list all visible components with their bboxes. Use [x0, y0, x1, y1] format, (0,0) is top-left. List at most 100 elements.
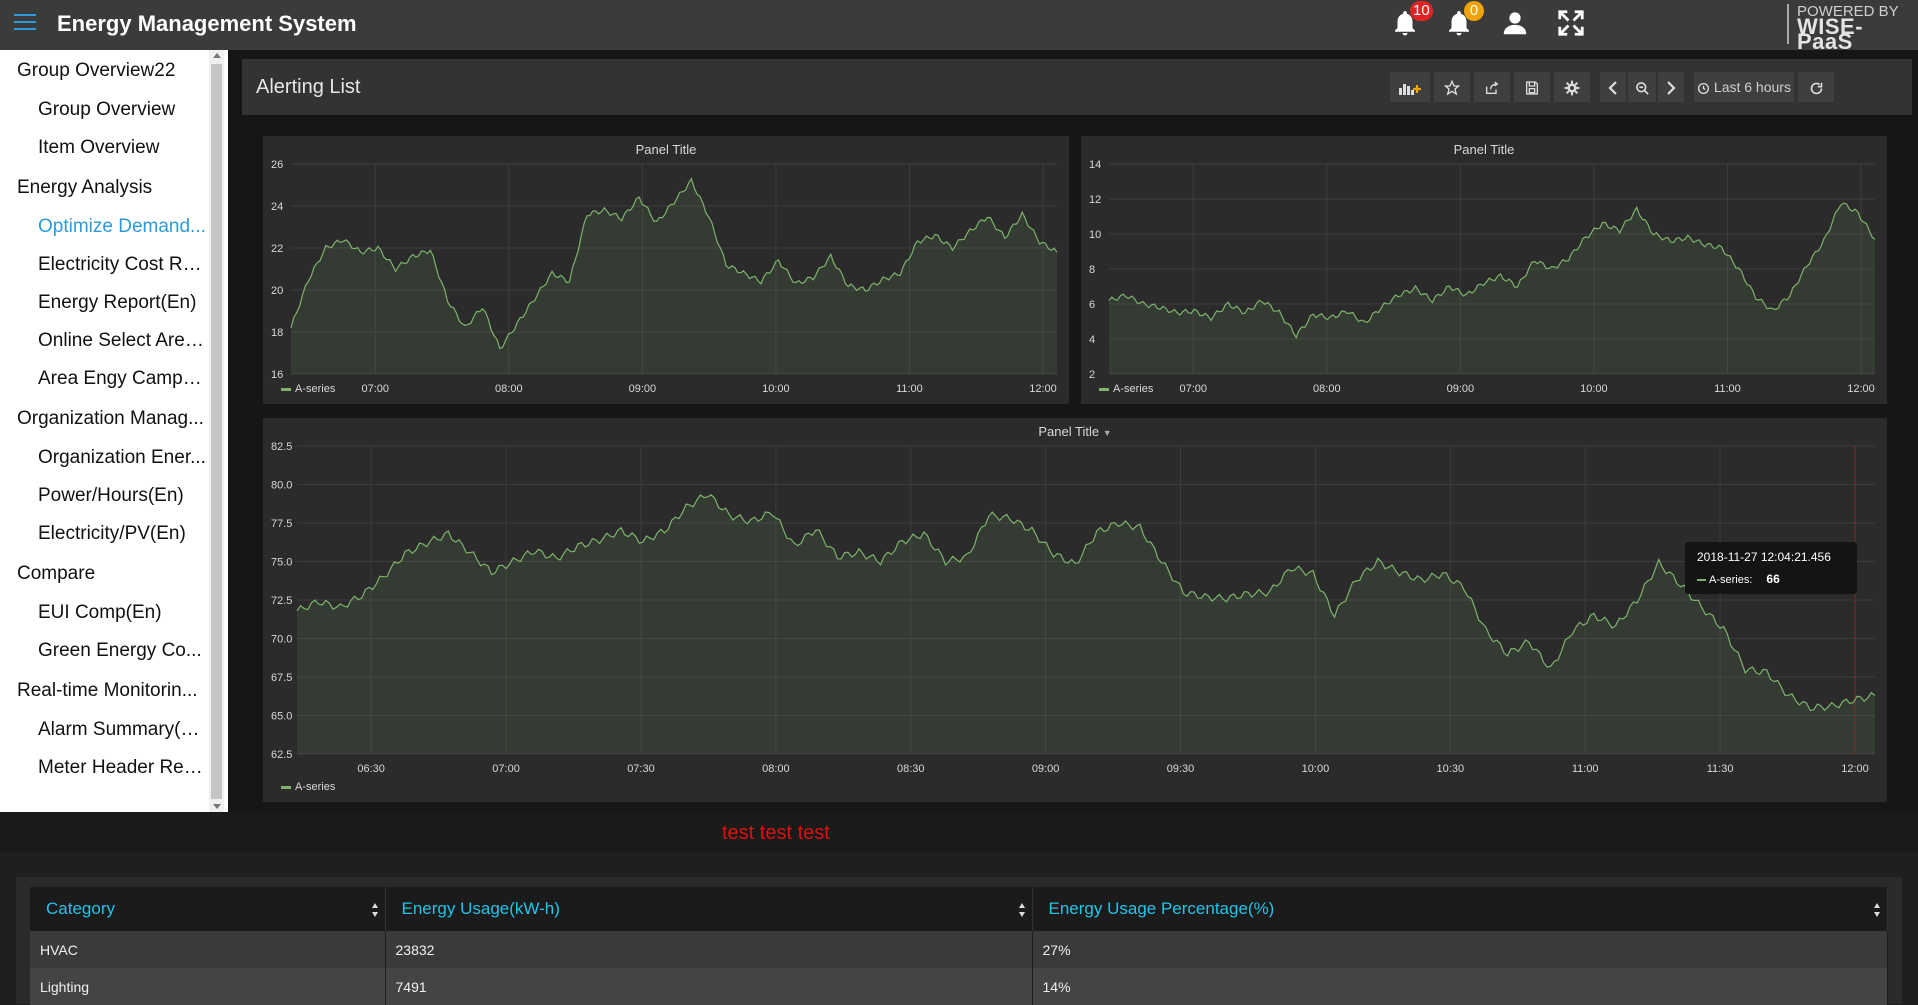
sidebar-scrollbar[interactable]	[209, 50, 224, 812]
user-button[interactable]	[1500, 8, 1534, 42]
sidebar-group-energy-analysis[interactable]: Energy Analysis	[0, 167, 208, 208]
x-tick-label: 10:00	[762, 383, 790, 395]
y-tick-label: 4	[1089, 334, 1095, 346]
x-tick-label: 12:00	[1029, 383, 1057, 395]
sidebar-group-realtime-monitoring[interactable]: Real-time Monitorin...	[0, 670, 208, 711]
fullscreen-icon	[1558, 10, 1584, 36]
sidebar-item-area-engy-camp[interactable]: Area Engy Camp(E...	[0, 360, 208, 398]
scroll-up-icon[interactable]	[213, 53, 221, 58]
zoom-out-button[interactable]	[1628, 72, 1656, 102]
y-tick-label: 16	[271, 369, 283, 381]
star-button[interactable]	[1434, 72, 1470, 102]
y-tick-label: 20	[271, 285, 283, 297]
sidebar-item-item-overview[interactable]: Item Overview	[0, 129, 208, 167]
table-header-row: Category Energy Usage(kW-h) Energy Usage…	[30, 887, 1888, 931]
powered-by-logo: POWERED BY WISE-PaaS	[1787, 4, 1918, 53]
zoom-out-icon	[1635, 81, 1649, 95]
star-icon	[1443, 79, 1461, 96]
line-chart-bottom[interactable]: 82.5 80.0 77.5 75.0 72.5 70.0 67.5 65.0 62.5 06:3…	[263, 418, 1887, 802]
caret-down-icon: ▼	[1102, 428, 1112, 438]
dashboard-header: Alerting List Last 6 hours	[242, 59, 1912, 115]
sidebar-item-alarm-summary[interactable]: Alarm Summary(En)	[0, 711, 208, 749]
x-tick-label: 10:00	[1302, 763, 1330, 775]
x-tick-label: 08:00	[1313, 383, 1341, 395]
dashboard-main: Alerting List Last 6 hours 26 24 22 20 1…	[228, 50, 1918, 812]
series-area	[1109, 203, 1875, 374]
tooltip-series: A-series:	[1709, 574, 1753, 586]
panel-title[interactable]: Panel Title	[1081, 142, 1887, 157]
table-row[interactable]: HVAC 23832 27%	[30, 931, 1888, 968]
separator-bar: test test test	[0, 812, 1918, 852]
time-range-label: Last 6 hours	[1713, 79, 1791, 95]
tooltip-swatch	[1697, 579, 1706, 582]
share-button[interactable]	[1474, 72, 1510, 102]
column-header-energy-percentage[interactable]: Energy Usage Percentage(%)	[1032, 887, 1888, 931]
scroll-down-icon[interactable]	[213, 804, 221, 809]
notification-bell-button[interactable]: 0	[1444, 1, 1484, 42]
sidebar-item-organization-energy[interactable]: Organization Ener...	[0, 439, 208, 477]
y-tick-label: 82.5	[271, 441, 292, 453]
sidebar-item-electricity-pv[interactable]: Electricity/PV(En)	[0, 515, 208, 553]
sidebar-item-optimize-demand[interactable]: Optimize Demand...	[0, 208, 208, 246]
bottom-area: test test test Category Energy Usage(kW-…	[0, 812, 1918, 1005]
y-tick-label: 18	[271, 327, 283, 339]
sort-icon[interactable]	[1873, 902, 1881, 918]
menu-icon[interactable]	[14, 14, 36, 34]
series-area	[297, 494, 1875, 754]
alarm-bell-button[interactable]: 10	[1390, 1, 1433, 42]
x-tick-label: 09:00	[629, 383, 657, 395]
add-panel-icon	[1399, 84, 1421, 96]
legend-label: A-series	[1113, 383, 1154, 395]
x-tick-label: 11:00	[1572, 763, 1599, 775]
sidebar-item-eui-comp[interactable]: EUI Comp(En)	[0, 594, 208, 632]
sidebar-item-energy-report[interactable]: Energy Report(En)	[0, 284, 208, 322]
panel-title-dropdown[interactable]: Panel Title ▼	[263, 424, 1887, 439]
x-tick-label: 08:00	[495, 383, 523, 395]
table-row[interactable]: Lighting 7491 14%	[30, 968, 1888, 1005]
sidebar-group-compare[interactable]: Compare	[0, 553, 208, 594]
column-header-label: Energy Usage Percentage(%)	[1048, 899, 1275, 918]
sidebar-item-green-energy[interactable]: Green Energy Co...	[0, 632, 208, 670]
sidebar-item-group-overview[interactable]: Group Overview	[0, 91, 208, 129]
x-tick-label: 10:30	[1437, 763, 1465, 775]
y-tick-label: 12	[1089, 194, 1101, 206]
save-button[interactable]	[1514, 72, 1550, 102]
panel-title[interactable]: Panel Title	[263, 142, 1069, 157]
fullscreen-button[interactable]	[1556, 8, 1590, 42]
y-tick-label: 14	[1089, 159, 1101, 171]
panel-top-right: 14 12 10 8 6 4 2 07:00 08:00 09:00 10:00 11:00 12:00…	[1081, 136, 1887, 404]
sidebar-group-organization[interactable]: Organization Manag...	[0, 398, 208, 439]
y-tick-label: 26	[271, 159, 283, 171]
column-header-energy-usage[interactable]: Energy Usage(kW-h)	[385, 887, 1033, 931]
legend-item[interactable]: A-series	[281, 781, 335, 793]
add-panel-button[interactable]	[1390, 72, 1430, 102]
time-back-button[interactable]	[1600, 72, 1626, 102]
line-chart-top-left[interactable]: 26 24 22 20 18 16 07:00 08:00 09:00 10:00 11:00 12:…	[263, 136, 1069, 404]
sidebar-item-power-hours[interactable]: Power/Hours(En)	[0, 477, 208, 515]
time-forward-button[interactable]	[1658, 72, 1684, 102]
sort-icon[interactable]	[371, 902, 379, 918]
clock-icon	[1697, 82, 1710, 94]
line-chart-top-right[interactable]: 14 12 10 8 6 4 2 07:00 08:00 09:00 10:00 11:00 12:00	[1081, 136, 1887, 404]
sidebar-item-electricity-cost[interactable]: Electricity Cost Re...	[0, 246, 208, 284]
table-cell: 7491	[385, 968, 1033, 1005]
refresh-button[interactable]	[1798, 72, 1834, 102]
scrollbar-thumb[interactable]	[211, 64, 222, 799]
chevron-left-icon	[1608, 81, 1617, 96]
time-range-picker[interactable]: Last 6 hours	[1694, 72, 1794, 102]
x-tick-label: 07:00	[492, 763, 520, 775]
sidebar-item-online-select-area[interactable]: Online Select Area...	[0, 322, 208, 360]
table-cell: Lighting	[30, 968, 386, 1005]
table-cell: 27%	[1032, 931, 1888, 968]
legend-item[interactable]: A-series	[1099, 383, 1153, 395]
y-tick-label: 65.0	[271, 711, 292, 723]
sidebar-item-meter-header[interactable]: Meter Header Rep...	[0, 749, 208, 787]
y-tick-label: 6	[1089, 299, 1095, 311]
sidebar-group-group-overview[interactable]: Group Overview22	[0, 50, 208, 91]
column-header-category[interactable]: Category	[30, 887, 386, 931]
x-tick-label: 08:30	[897, 763, 925, 775]
sort-icon[interactable]	[1018, 902, 1026, 918]
settings-button[interactable]	[1554, 72, 1590, 102]
legend-item[interactable]: A-series	[281, 383, 335, 395]
panel-bottom: 82.5 80.0 77.5 75.0 72.5 70.0 67.5 65.0 62.5 06:3…	[263, 418, 1887, 802]
